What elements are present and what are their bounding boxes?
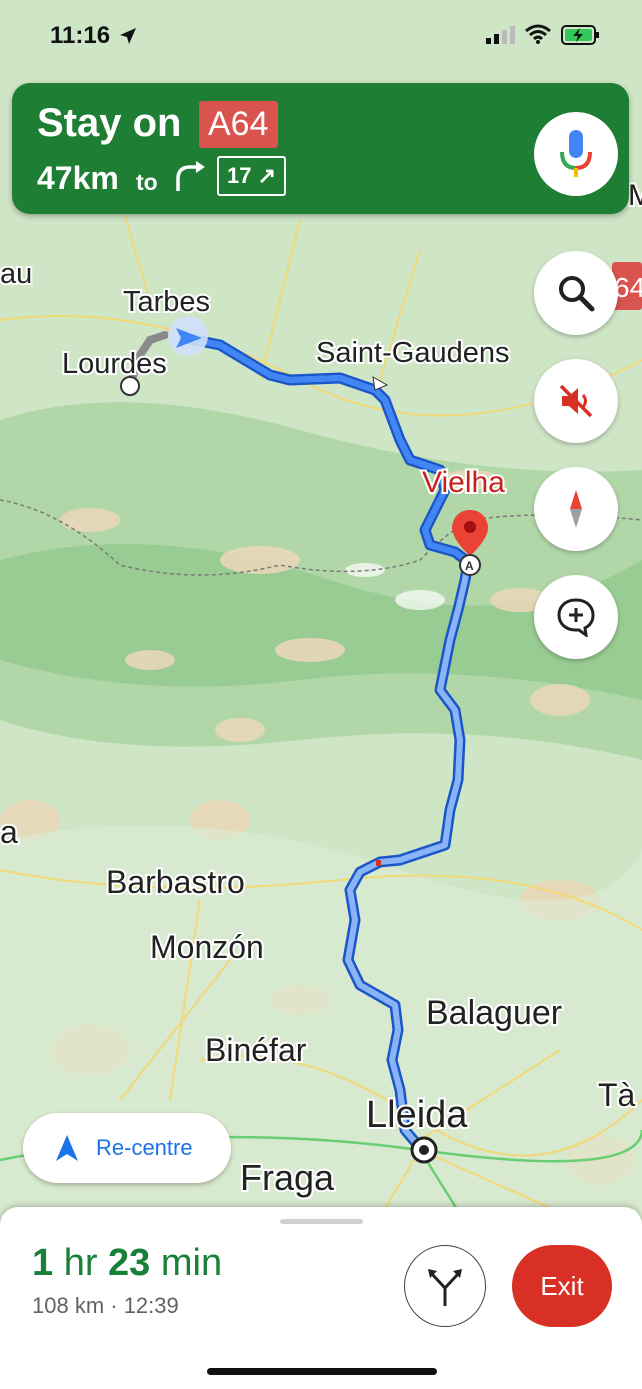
map-label-binefar: Binéfar	[205, 1032, 307, 1068]
search-icon	[559, 276, 595, 312]
eta-hours: 1	[32, 1242, 54, 1284]
distance-text: 47km	[37, 160, 119, 196]
map-label-a: a	[0, 814, 18, 850]
instruction-text: Stay on	[37, 101, 182, 145]
to-text: to	[136, 169, 158, 195]
trip-details: 108 km · 12:39	[32, 1293, 179, 1318]
map-road-badge: 64	[614, 272, 642, 303]
map-label-barbastro: Barbastro	[106, 864, 245, 900]
location-arrow-icon	[120, 28, 136, 44]
destination-marker-letter: A	[465, 559, 474, 573]
exit-button[interactable]: Exit	[512, 1245, 612, 1327]
eta-minutes-unit: min	[150, 1242, 223, 1284]
recentre-button[interactable]: Re-centre	[23, 1113, 231, 1183]
status-bar: 11:16	[0, 0, 642, 70]
map-label-ta: Tà	[598, 1077, 636, 1113]
add-report-icon	[557, 598, 595, 637]
road-badge: A64	[199, 101, 278, 148]
drag-handle[interactable]	[280, 1219, 363, 1224]
wifi-icon	[525, 24, 551, 44]
map-label-saint-gaudens: Saint-Gaudens	[316, 337, 509, 369]
exit-number-badge: 17 ↗	[217, 156, 287, 196]
mute-button[interactable]	[534, 359, 618, 443]
map-label-tarbes: Tarbes	[123, 286, 210, 318]
battery-charging-icon	[561, 25, 599, 45]
microphone-icon	[560, 130, 592, 177]
trip-summary-sheet[interactable]: 1 hr 23 min 108 km · 12:39 Exit	[0, 1207, 642, 1389]
map-label-lourdes: Lourdes	[62, 348, 167, 380]
search-button[interactable]	[534, 251, 618, 335]
voice-button[interactable]	[534, 112, 618, 196]
map-label-m: M	[628, 179, 642, 212]
map-label-lleida: Lleida	[366, 1094, 468, 1136]
eta-minutes: 23	[108, 1242, 151, 1284]
navigation-arrow-icon	[56, 1135, 78, 1161]
map-label-au: au	[0, 258, 32, 290]
turn-right-icon	[176, 161, 205, 191]
compass-button[interactable]	[534, 467, 618, 551]
sound-off-icon	[559, 384, 593, 418]
alternate-routes-icon	[428, 1269, 462, 1306]
eta-duration: 1 hr 23 min	[32, 1242, 222, 1285]
recentre-label: Re-centre	[96, 1135, 193, 1160]
add-report-button[interactable]	[534, 575, 618, 659]
compass-icon	[570, 490, 582, 528]
status-time: 11:16	[50, 22, 111, 49]
map-label-vielha: Vielha	[422, 466, 505, 499]
eta-hours-unit: hr	[53, 1242, 109, 1284]
home-indicator[interactable]	[207, 1368, 437, 1375]
map-label-fraga: Fraga	[240, 1157, 335, 1198]
map-label-balaguer: Balaguer	[426, 994, 562, 1032]
alternate-routes-button[interactable]	[404, 1245, 486, 1327]
navigation-banner[interactable]: Stay on A64 47km to 17 ↗	[12, 83, 629, 214]
cellular-signal-icon	[486, 26, 515, 44]
map-label-monzon: Monzón	[150, 929, 264, 965]
